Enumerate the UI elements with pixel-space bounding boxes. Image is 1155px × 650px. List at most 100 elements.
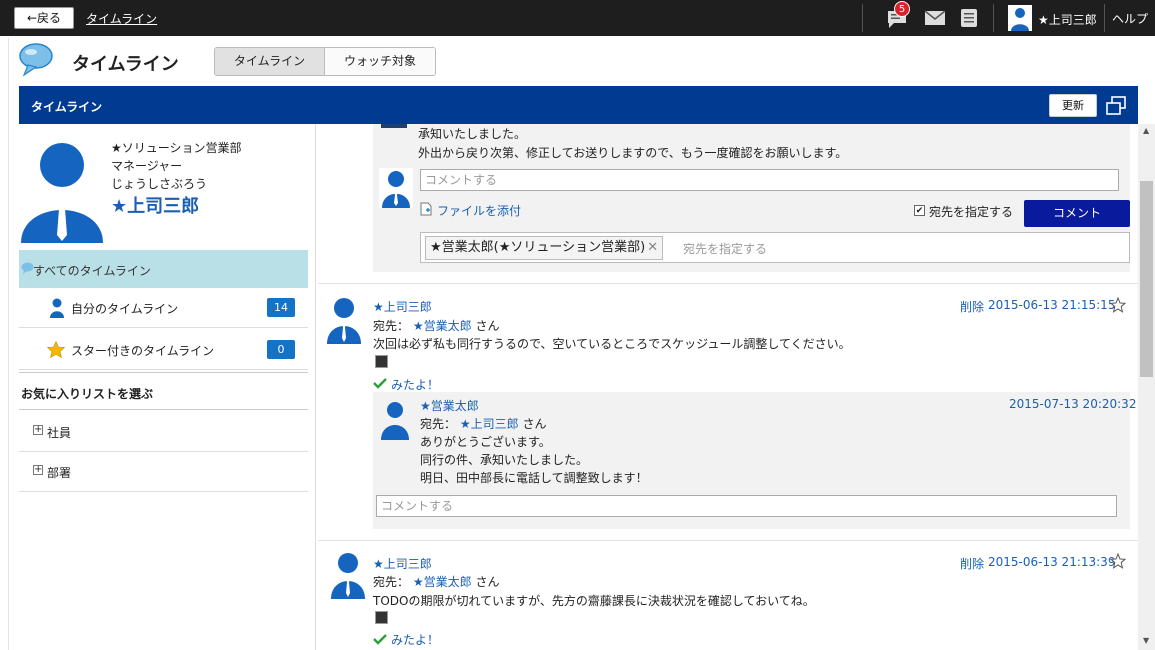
to-label: 宛先： [373,319,410,333]
divider [862,4,863,32]
scroll-down-icon[interactable]: ▼ [1143,636,1149,645]
comment-submit-button[interactable]: コメント [1024,200,1130,227]
left-sidebar: ★ソリューション営業部 マネージャー じょうしさぶろう ★上司三郎 すべてのタイ… [19,124,308,650]
to-name[interactable]: ★営業太郎 [413,575,472,589]
remove-tag-icon[interactable]: ✕ [647,240,658,255]
expand-plus-icon[interactable]: + [33,465,43,475]
image-thumbnail-icon[interactable] [375,611,388,624]
top-bar: ←戻る タイムライン 5 ★上司三郎 ヘルプ [0,0,1155,36]
tab-timeline[interactable]: タイムライン [215,48,325,75]
reply-line: 明日、田中部長に電話して調整致します！ [420,471,648,485]
specify-recipient-checkbox[interactable]: ✔ [914,205,925,216]
page-title: タイムライン [72,54,179,75]
tree-item-label: 社員 [47,426,72,440]
post-body: TODOの期限が切れていますが、先方の齋藤課長に決裁状況を確認しておいてね。 [373,594,815,608]
post-author[interactable]: ★上司三郎 [373,298,432,315]
seen-check-icon [373,378,387,389]
to-suffix: さん [475,319,500,333]
reply-recipient: 宛先： ★上司三郎 さん [420,415,546,432]
scrollbar-thumb[interactable] [1140,181,1153,377]
star-outline-icon[interactable] [1110,553,1126,569]
star-icon [47,341,65,358]
post-body: 次回は必ず私も同行すうるので、空いているところでスケッジュール調整してください。 [373,337,851,351]
column-divider [315,124,316,650]
refresh-button[interactable]: 更新 [1049,94,1097,117]
attach-file-icon[interactable] [420,202,432,216]
sidebar-item-label: すべてのタイムライン [33,264,151,278]
reply-timestamp: 2015-07-13 20:20:32 [1009,397,1137,411]
star-outline-icon[interactable] [1110,297,1126,313]
post-recipient: 宛先： ★営業太郎 さん [373,573,499,590]
page-left-rule [8,38,9,650]
expand-plus-icon[interactable]: + [33,425,43,435]
delete-post-link[interactable]: 削除 [960,298,984,315]
count-badge: 0 [267,340,295,359]
favorites-heading: お気に入りリストを選ぶ [19,372,308,410]
document-icon[interactable] [958,7,980,29]
comment-input[interactable]: コメントする [420,169,1119,191]
count-badge: 14 [267,298,295,317]
to-label: 宛先： [420,417,457,431]
sidebar-item-starred-timeline[interactable]: スター付きのタイムライン 0 [19,330,308,370]
divider [1104,4,1105,32]
commenter-avatar-icon [379,168,413,208]
post-recipient: 宛先： ★営業太郎 さん [373,317,499,334]
to-name[interactable]: ★上司三郎 [460,417,519,431]
tab-bar: タイムライン ウォッチ対象 [214,47,436,76]
image-thumbnail-icon[interactable] [375,355,388,368]
recipient-tag-label: ★営業太郎(★ソリューション営業部) [430,240,646,255]
reply-line: ありがとうございます。 [420,435,551,449]
post-author[interactable]: ★上司三郎 [373,555,432,572]
post-timestamp: 2015-06-13 21:15:15 [988,298,1116,312]
recipient-field[interactable]: ★営業太郎(★ソリューション営業部) ✕ 宛先を指定する [420,232,1130,263]
to-name[interactable]: ★営業太郎 [413,319,472,333]
current-user-name[interactable]: ★上司三郎 [1038,11,1097,28]
help-link[interactable]: ヘルプ [1112,10,1148,27]
to-label: 宛先： [373,575,410,589]
mail-icon[interactable] [924,7,946,29]
recipient-tag: ★営業太郎(★ソリューション営業部) ✕ [425,236,664,260]
feed-scrollbar[interactable]: ▲ ▼ [1138,124,1155,650]
reply-line: 承知いたしました。 [418,127,527,141]
to-suffix: さん [522,417,547,431]
delete-post-link[interactable]: 削除 [960,555,984,572]
profile-avatar-icon [21,143,103,243]
person-icon [50,298,64,318]
profile-position: マネージャー [111,159,183,173]
sidebar-item-my-timeline[interactable]: 自分のタイムライン 14 [19,288,308,328]
profile-name: ★上司三郎 [111,196,200,217]
recipient-placeholder: 宛先を指定する [683,242,768,256]
breadcrumb-timeline[interactable]: タイムライン [86,10,157,27]
tree-item-employees[interactable]: + 社員 [19,412,308,452]
post-author-avatar-icon [327,298,361,344]
attach-file-link[interactable]: ファイルを添付 [437,202,521,219]
sidebar-item-label: スター付きのタイムライン [71,344,215,358]
reply-line: 外出から戻り次第、修正してお送りしますので、もう一度確認をお願いします。 [418,146,848,160]
comment-input[interactable]: コメントする [376,495,1117,517]
post-separator [318,283,1138,284]
to-suffix: さん [475,575,500,589]
seen-link[interactable]: みたよ！ [391,631,439,648]
favorites-heading-label: お気に入りリストを選ぶ [21,387,154,401]
back-button[interactable]: ←戻る [14,7,74,29]
sidebar-item-all-timelines[interactable]: すべてのタイムライン [19,250,308,288]
profile-department: ★ソリューション営業部 [111,141,242,155]
reply-author[interactable]: ★営業太郎 [420,397,479,414]
post-separator [318,540,1138,541]
profile-reading: じょうしさぶろう [111,177,208,191]
user-avatar-icon[interactable] [1008,5,1032,31]
seen-link[interactable]: みたよ！ [391,376,439,393]
notification-badge: 5 [894,1,910,17]
reply-author-avatar-icon [381,402,409,440]
tree-item-departments[interactable]: + 部署 [19,452,308,492]
post-timestamp: 2015-06-13 21:13:39 [988,555,1116,569]
tree-item-label: 部署 [47,466,72,480]
specify-recipient-label: 宛先を指定する [929,205,1014,219]
seen-check-icon [373,634,387,645]
post-author-avatar-icon [331,553,365,599]
timeline-logo-icon [19,43,53,77]
scroll-up-icon[interactable]: ▲ [1143,126,1149,135]
popout-window-icon[interactable] [1105,95,1127,117]
sidebar-item-label: 自分のタイムライン [71,302,179,316]
tab-watch-targets[interactable]: ウォッチ対象 [325,48,435,75]
